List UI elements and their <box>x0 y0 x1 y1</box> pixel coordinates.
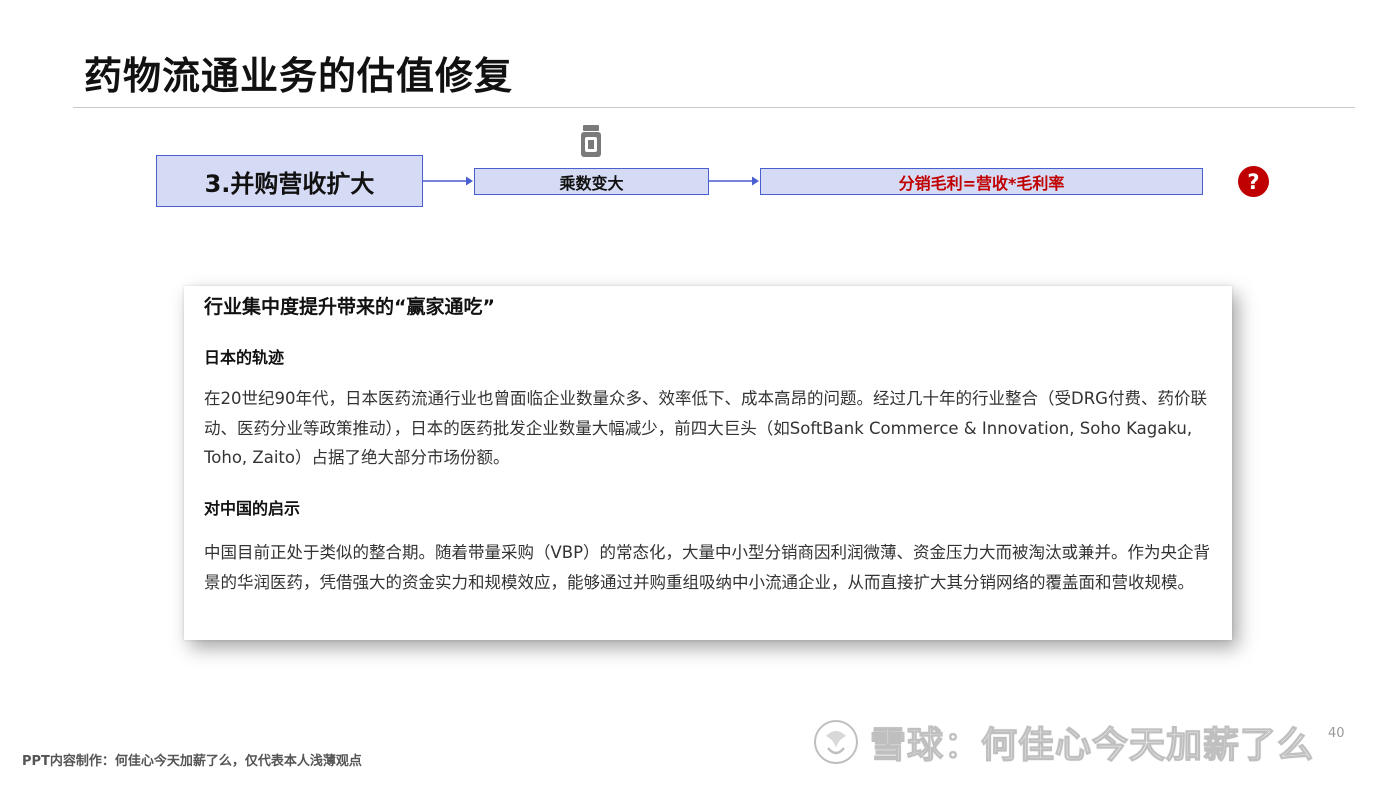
section-china-title: 对中国的启示 <box>204 499 301 518</box>
page-number: 40 <box>1328 726 1345 741</box>
arrow-right-icon <box>423 176 473 186</box>
page-title: 药物流通业务的估值修复 <box>84 54 514 98</box>
card-heading: 行业集中度提升带来的“赢家通吃” <box>204 296 495 318</box>
medicine-bottle-icon <box>581 125 601 157</box>
title-divider <box>73 107 1355 108</box>
snowball-logo-icon <box>814 720 858 764</box>
watermark-text: 雪球：何佳心今天加薪了么 <box>869 724 1315 766</box>
insight-card: 行业集中度提升带来的“赢家通吃” 日本的轨迹 在20世纪90年代，日本医药流通行… <box>184 286 1232 640</box>
flow-step-merger-revenue: 3.并购营收扩大 <box>156 155 423 207</box>
watermark: 雪球：何佳心今天加薪了么 <box>812 714 1314 770</box>
arrow-right-icon <box>709 176 759 186</box>
question-mark-icon: ? <box>1238 166 1269 197</box>
section-japan-text: 在20世纪90年代，日本医药流通行业也曾面临企业数量众多、效率低下、成本高昂的问… <box>204 389 1207 467</box>
section-japan-title: 日本的轨迹 <box>204 348 285 367</box>
flow-step-distribution-margin: 分销毛利=营收*毛利率 <box>760 168 1203 195</box>
footer-credit: PPT内容制作：何佳心今天加薪了么，仅代表本人浅薄观点 <box>22 754 362 769</box>
section-china-text: 中国目前正处于类似的整合期。随着带量采购（VBP）的常态化，大量中小型分销商因利… <box>204 543 1211 592</box>
flow-step-multiple-expand: 乘数变大 <box>474 168 709 195</box>
